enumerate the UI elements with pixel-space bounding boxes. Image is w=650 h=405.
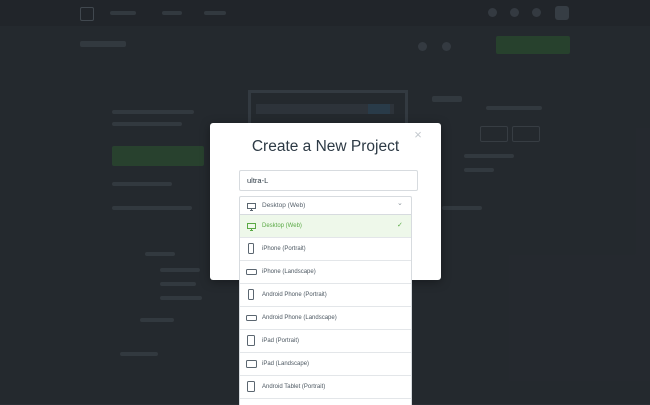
tablet-landscape-icon [246,360,257,368]
tablet-portrait-icon [247,335,255,346]
option-label: iPad (Landscape) [262,361,310,367]
option-android-tablet-portrait[interactable]: Android Tablet (Portrait) [240,376,411,399]
select-value: Desktop (Web) [262,202,306,209]
option-label: Android Tablet (Portrait) [262,384,326,390]
check-icon: ✓ [397,222,403,229]
close-icon[interactable]: × [412,128,424,142]
option-ipad-landscape[interactable]: iPad (Landscape) [240,353,411,376]
chevron-down-icon: ⌄ [397,200,403,207]
option-label: Desktop (Web) [262,223,302,229]
option-ipad-portrait[interactable]: iPad (Portrait) [240,330,411,353]
option-label: iPhone (Landscape) [262,269,316,275]
desktop-icon [247,223,256,231]
phone-landscape-icon [246,315,257,321]
option-iphone-landscape[interactable]: iPhone (Landscape) [240,261,411,284]
option-android-phone-portrait[interactable]: Android Phone (Portrait) [240,284,411,307]
option-android-phone-landscape[interactable]: Android Phone (Landscape) [240,307,411,330]
project-name-input[interactable] [239,170,418,191]
phone-portrait-icon [248,289,254,300]
option-label: Android Phone (Portrait) [262,292,327,298]
tablet-portrait-icon [247,381,255,392]
option-desktop-web[interactable]: Desktop (Web) ✓ [240,215,411,238]
phone-portrait-icon [248,243,254,254]
phone-landscape-icon [246,269,257,275]
option-iphone-portrait[interactable]: iPhone (Portrait) [240,238,411,261]
device-type-select[interactable]: Desktop (Web) ⌄ [239,196,412,215]
desktop-icon [247,203,256,211]
device-dropdown-menu: Desktop (Web) ✓ iPhone (Portrait) iPhone… [239,214,412,405]
option-label: iPhone (Portrait) [262,246,306,252]
option-label: iPad (Portrait) [262,338,300,344]
option-label: Android Phone (Landscape) [262,315,337,321]
modal-title: Create a New Project [251,138,400,155]
